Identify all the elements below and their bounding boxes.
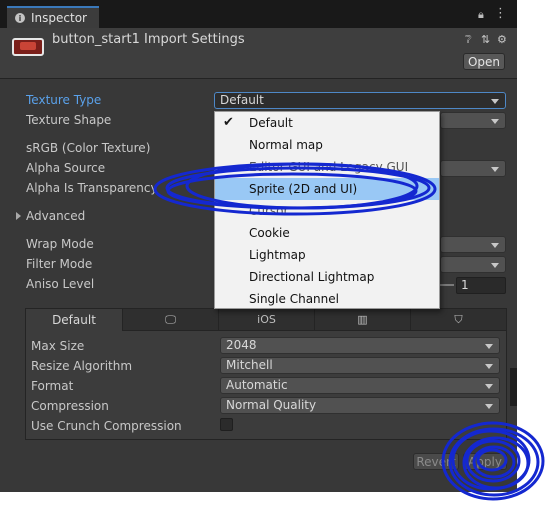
apply-circle-annotation bbox=[441, 421, 545, 501]
ink-annotations bbox=[153, 162, 545, 501]
sprite-circle-annotation bbox=[153, 162, 437, 216]
